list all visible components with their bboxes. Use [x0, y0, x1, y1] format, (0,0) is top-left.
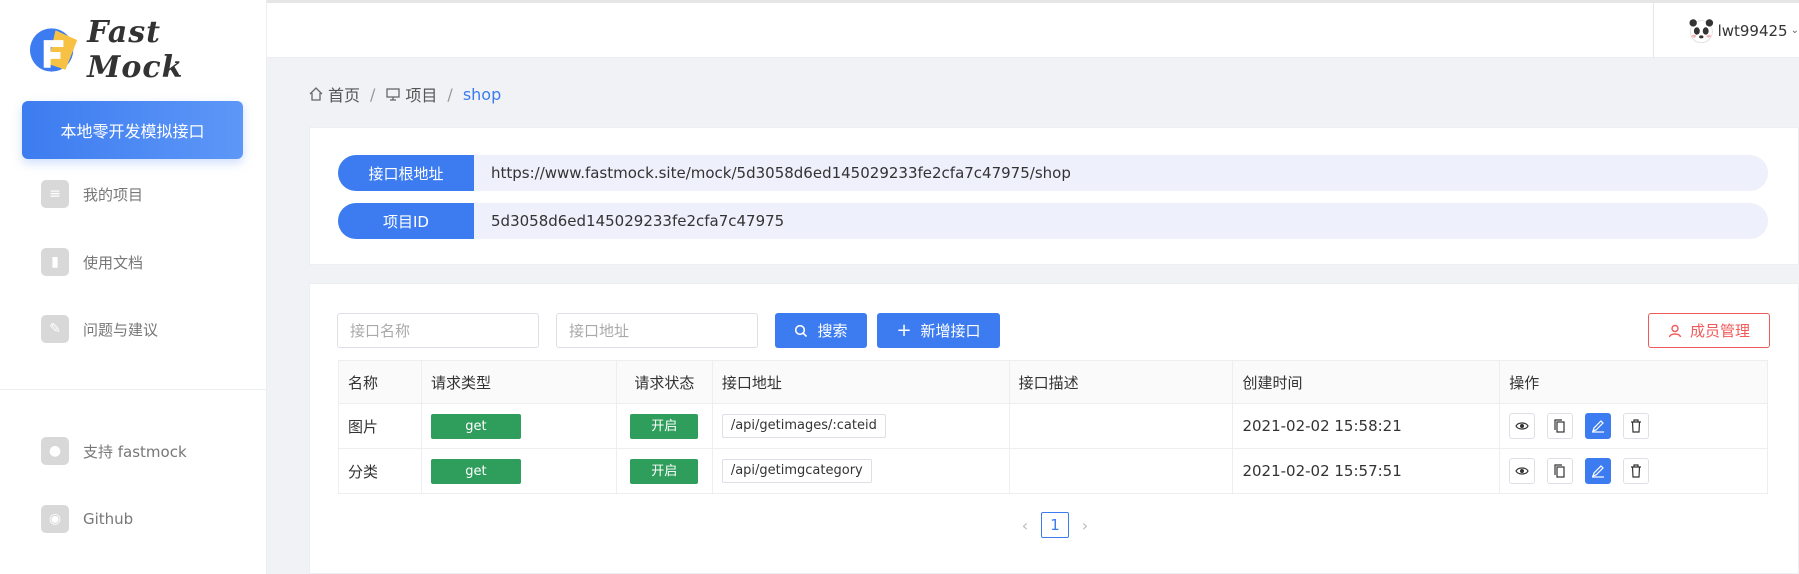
sidebar-item-my-projects[interactable]: ≡ 我的项目: [41, 177, 143, 211]
method-tag: get: [430, 458, 521, 484]
brand-name: Fast Mock: [87, 15, 184, 85]
drop-icon: ●: [41, 437, 69, 465]
sidebar-item-label: 使用文档: [83, 253, 144, 272]
top-bar: lwt99425 ⌄: [267, 0, 1799, 58]
edit-note-icon: ✎: [41, 315, 69, 343]
column-header: 创建时间: [1232, 360, 1501, 404]
page-number[interactable]: 1: [1041, 512, 1069, 538]
project-id-value[interactable]: 5d3058d6ed145029233fe2cfa7c47975: [491, 212, 784, 230]
api-path-chip[interactable]: /api/getimgcategory: [721, 459, 872, 483]
breadcrumb-separator: /: [370, 84, 376, 104]
status-tag: 开启: [630, 413, 699, 439]
copy-button[interactable]: [1547, 413, 1573, 439]
root-url-value[interactable]: https://www.fastmock.site/mock/5d3058d6e…: [491, 164, 1071, 182]
home-icon: [309, 87, 323, 101]
plus-icon: +: [896, 319, 912, 341]
root-url-label: 接口根地址: [338, 155, 474, 191]
username: lwt99425: [1717, 21, 1788, 40]
sidebar-item-feedback[interactable]: ✎ 问题与建议: [41, 312, 158, 346]
search-button[interactable]: 搜索: [775, 313, 867, 348]
actions-cell: [1499, 448, 1768, 494]
add-api-button[interactable]: + 新增接口: [877, 313, 1000, 348]
view-button[interactable]: [1509, 458, 1536, 484]
panda-avatar-icon: [1689, 18, 1714, 43]
pencil-icon: [1591, 420, 1604, 433]
api-desc-cell: [1008, 448, 1234, 494]
table-row: 分类 get 开启 /api/getimgcategory 2021-02-02…: [338, 448, 1768, 494]
view-button[interactable]: [1509, 413, 1536, 439]
eye-icon: [1515, 467, 1529, 475]
column-header: 请求类型: [420, 360, 617, 404]
github-icon: ◉: [41, 505, 69, 533]
sidebar-item-support[interactable]: ● 支持 fastmock: [41, 434, 187, 468]
api-name-cell: 分类: [338, 448, 422, 494]
breadcrumb: 首页 / 项目 / shop: [308, 82, 501, 106]
sidebar-item-label: 问题与建议: [83, 320, 159, 339]
api-path-input[interactable]: [556, 313, 758, 348]
sidebar: Fast Mock 本地零开发模拟接口 ≡ 我的项目 ▮ 使用文档 ✎ 问题与建…: [0, 0, 267, 574]
project-id-label: 项目ID: [338, 203, 474, 239]
project-info-card: 接口根地址 https://www.fastmock.site/mock/5d3…: [309, 127, 1799, 265]
project-id-row: 项目ID 5d3058d6ed145029233fe2cfa7c47975: [338, 203, 1768, 239]
column-header: 接口地址: [711, 360, 1010, 404]
add-api-button-label: 新增接口: [920, 322, 981, 340]
column-header: 操作: [1499, 360, 1768, 404]
api-desc-cell: [1008, 403, 1234, 449]
column-header: 请求状态: [615, 360, 713, 404]
breadcrumb-separator: /: [447, 84, 453, 104]
edit-button[interactable]: [1584, 458, 1611, 484]
user-icon: [1668, 324, 1682, 337]
pagination: ‹ 1 ›: [1015, 512, 1095, 538]
root-url-row: 接口根地址 https://www.fastmock.site/mock/5d3…: [338, 155, 1768, 191]
actions-cell: [1499, 403, 1768, 449]
local-mock-cta-button[interactable]: 本地零开发模拟接口: [22, 101, 243, 159]
edit-button[interactable]: [1584, 413, 1611, 439]
delete-button[interactable]: [1622, 458, 1649, 484]
trash-icon: [1630, 419, 1641, 433]
presentation-icon: [386, 88, 401, 101]
list-icon: ≡: [41, 180, 69, 208]
search-button-label: 搜索: [817, 322, 848, 340]
table-header-row: 名称 请求类型 请求状态 接口地址 接口描述 创建时间 操作: [338, 360, 1768, 404]
column-header: 名称: [338, 360, 422, 404]
breadcrumb-home[interactable]: 首页: [328, 82, 360, 106]
eye-icon: [1515, 422, 1529, 430]
api-table: 名称 请求类型 请求状态 接口地址 接口描述 创建时间 操作 图片 get 开启…: [338, 360, 1768, 494]
breadcrumb-current: shop: [462, 84, 502, 104]
copy-icon: [1554, 419, 1565, 433]
user-menu[interactable]: lwt99425 ⌄: [1653, 3, 1799, 58]
trash-icon: [1630, 464, 1641, 478]
sidebar-item-github[interactable]: ◉ Github: [41, 502, 133, 536]
copy-icon: [1554, 464, 1565, 478]
logo[interactable]: Fast Mock: [26, 15, 266, 85]
next-page-icon[interactable]: ›: [1075, 516, 1095, 535]
pencil-icon: [1591, 465, 1604, 478]
prev-page-icon[interactable]: ‹: [1015, 516, 1035, 535]
sidebar-item-docs[interactable]: ▮ 使用文档: [41, 245, 143, 279]
created-time-cell: 2021-02-02 15:57:51: [1232, 448, 1501, 494]
sidebar-divider: [0, 389, 267, 390]
created-time-cell: 2021-02-02 15:58:21: [1232, 403, 1501, 449]
table-row: 图片 get 开启 /api/getimages/:cateid 2021-02…: [338, 403, 1768, 449]
member-management-label: 成员管理: [1689, 322, 1750, 340]
api-path-chip[interactable]: /api/getimages/:cateid: [721, 414, 886, 438]
copy-button[interactable]: [1547, 458, 1573, 484]
book-icon: ▮: [41, 248, 69, 276]
member-management-button[interactable]: 成员管理: [1648, 313, 1770, 348]
sidebar-item-label: 我的项目: [83, 185, 144, 204]
sidebar-item-label: Github: [83, 510, 134, 528]
column-header: 接口描述: [1008, 360, 1234, 404]
breadcrumb-projects[interactable]: 项目: [405, 82, 437, 106]
status-tag: 开启: [630, 458, 699, 484]
search-icon: [795, 324, 808, 337]
sidebar-item-label: 支持 fastmock: [83, 442, 187, 461]
fastmock-logo-icon: [29, 28, 78, 72]
api-name-input[interactable]: [337, 313, 539, 348]
chevron-down-icon: ⌄: [1790, 25, 1799, 36]
delete-button[interactable]: [1622, 413, 1649, 439]
method-tag: get: [430, 413, 521, 439]
api-name-cell: 图片: [338, 403, 422, 449]
